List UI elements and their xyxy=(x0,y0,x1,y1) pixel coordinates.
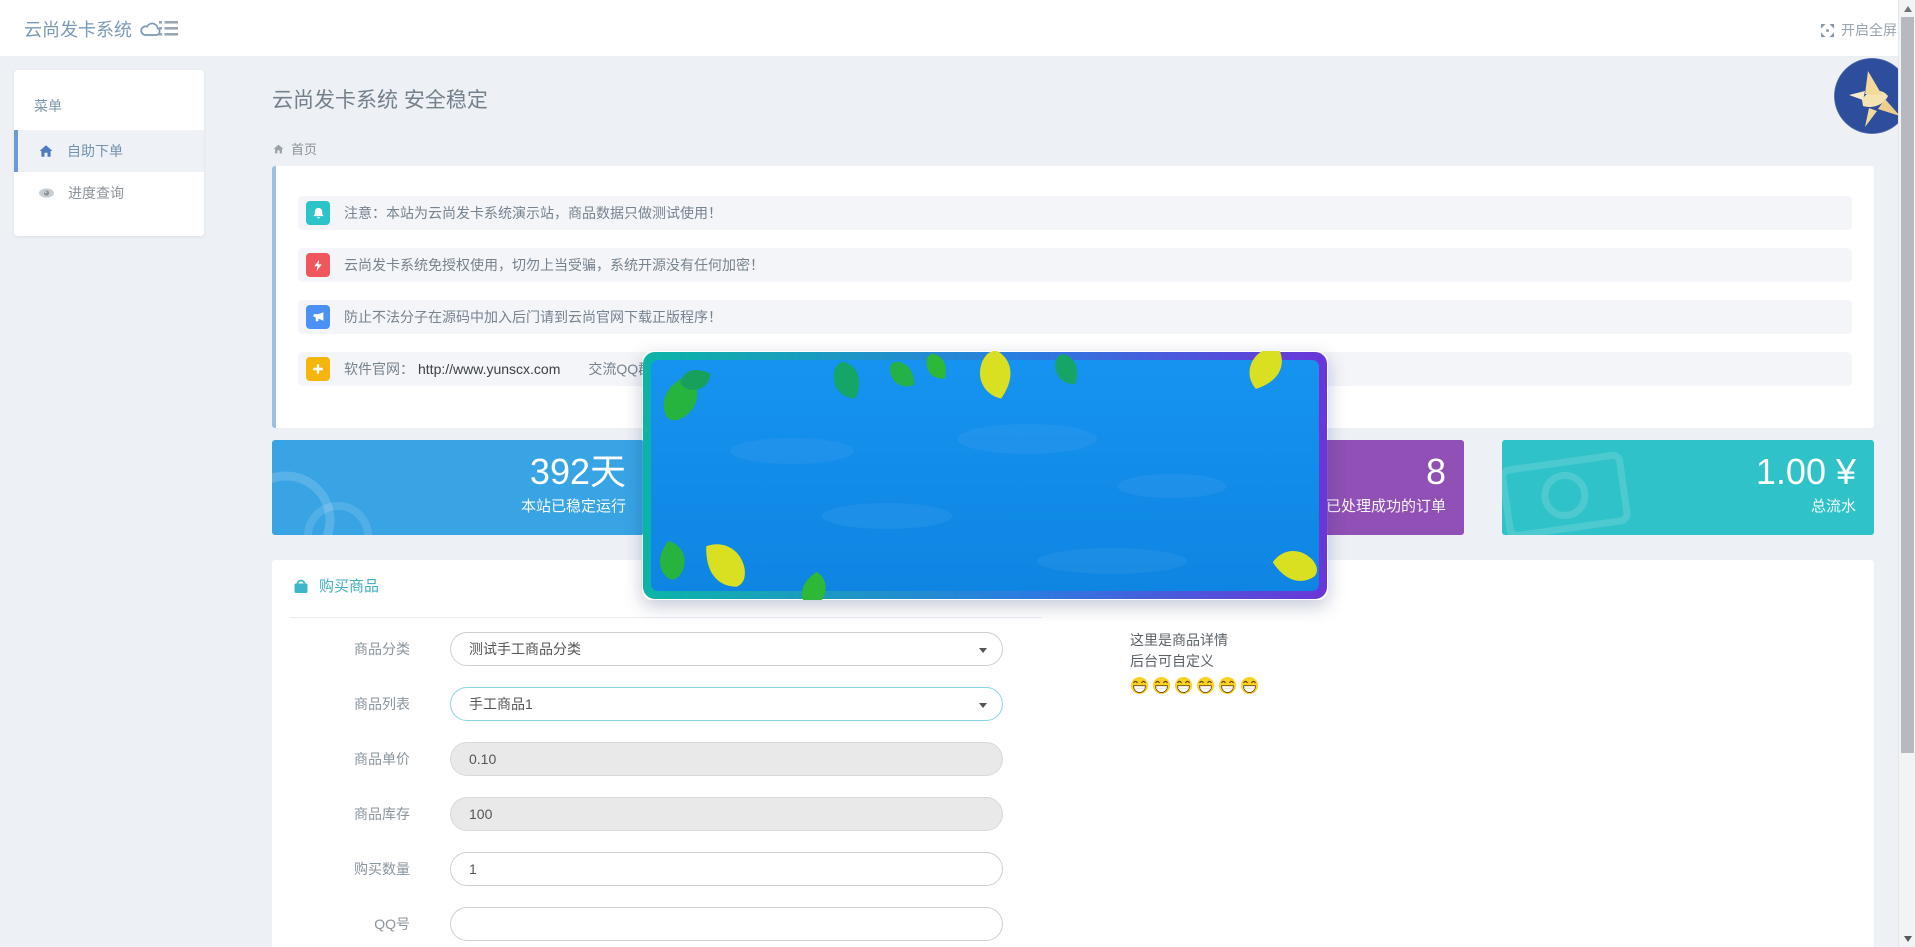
field-label: QQ号 xyxy=(290,914,410,934)
plus-icon xyxy=(306,357,330,381)
grinning-face-emoji-icon xyxy=(1152,676,1171,695)
notice-item: 防止不法分子在源码中加入后门请到云尚官网下载正版程序！ xyxy=(298,300,1852,334)
grinning-face-emoji-icon xyxy=(1218,676,1237,695)
qq-input[interactable] xyxy=(469,916,984,932)
chevron-down-icon xyxy=(979,648,987,653)
scrollbar-thumb[interactable] xyxy=(1901,17,1914,753)
stat-label: 已处理成功的订单 xyxy=(1326,495,1446,516)
breadcrumb-home: 首页 xyxy=(291,139,317,158)
grinning-face-emoji-icon xyxy=(1240,676,1259,695)
form-row-category: 商品分类 测试手工商品分类 xyxy=(290,632,1003,666)
quantity-input[interactable] xyxy=(469,861,984,877)
notice-text: 云尚发卡系统免授权使用，切勿上当受骗，系统开源没有任何加密！ xyxy=(344,255,764,275)
fullscreen-label: 开启全屏 xyxy=(1841,20,1897,40)
bell-icon xyxy=(306,201,330,225)
scrollbar-up-button[interactable] xyxy=(1899,0,1915,17)
form-row-product: 商品列表 手工商品1 xyxy=(290,687,1003,721)
brand-logo[interactable]: 云尚发卡系统 xyxy=(24,16,163,42)
notice-text: 防止不法分子在源码中加入后门请到云尚官网下载正版程序！ xyxy=(344,307,722,327)
arrow-down-icon xyxy=(1904,936,1912,942)
form-row-quantity: 购买数量 xyxy=(290,852,1003,886)
sidebar-title: 菜单 xyxy=(14,86,204,130)
purchase-panel: 购买商品 商品分类 测试手工商品分类 商品列表 手工商品1 商品单价 商品库存 xyxy=(272,560,1874,947)
official-site-url[interactable]: http://www.yunscx.com xyxy=(418,361,560,377)
notice-item: 注意：本站为云尚发卡系统演示站，商品数据只做测试使用！ xyxy=(298,196,1852,230)
stat-label: 总流水 xyxy=(1756,495,1856,516)
stat-card-uptime: 392天 本站已稳定运行 xyxy=(272,440,644,535)
form-row-qq: QQ号 xyxy=(290,907,1003,941)
quantity-field-wrap xyxy=(450,852,1003,886)
divider xyxy=(290,617,1042,618)
stock-input xyxy=(469,806,984,822)
stock-field-wrap xyxy=(450,797,1003,831)
megaphone-icon xyxy=(306,305,330,329)
product-selected-value: 手工商品1 xyxy=(469,694,533,714)
sidebar-item-label: 进度查询 xyxy=(68,183,124,203)
purchase-header: 购买商品 xyxy=(292,575,379,596)
emoji-row xyxy=(1130,676,1259,695)
category-select[interactable]: 测试手工商品分类 xyxy=(450,632,1003,666)
product-details-line1: 这里是商品详情 xyxy=(1130,630,1259,651)
product-select[interactable]: 手工商品1 xyxy=(450,687,1003,721)
list-icon xyxy=(159,20,178,37)
sidebar-item-label: 自助下单 xyxy=(67,141,123,161)
scrollbar-down-button[interactable] xyxy=(1899,930,1915,947)
grinning-face-emoji-icon xyxy=(1196,676,1215,695)
form-row-stock: 商品库存 xyxy=(290,797,1003,831)
official-site-prefix: 软件官网： xyxy=(344,361,414,377)
stat-card-revenue: 1.00 ¥ 总流水 xyxy=(1502,440,1874,535)
category-selected-value: 测试手工商品分类 xyxy=(469,639,581,659)
price-input xyxy=(469,751,984,767)
home-icon xyxy=(38,143,54,159)
arrow-up-icon xyxy=(1904,6,1912,12)
stat-label: 本站已稳定运行 xyxy=(521,495,626,516)
eye-icon xyxy=(38,185,55,201)
product-details: 这里是商品详情 后台可自定义 xyxy=(1130,630,1259,695)
page-title: 云尚发卡系统 安全稳定 xyxy=(272,84,488,114)
field-label: 商品列表 xyxy=(290,694,410,714)
page: 云尚发卡系统 开启全屏 xyxy=(0,0,1915,947)
notice-text: 注意：本站为云尚发卡系统演示站，商品数据只做测试使用！ xyxy=(344,203,722,223)
scrollbar xyxy=(1898,0,1915,947)
money-watermark-icon xyxy=(1502,448,1648,535)
qq-field-wrap xyxy=(450,907,1003,941)
breadcrumb[interactable]: 首页 xyxy=(272,139,317,158)
shopping-bag-icon xyxy=(292,577,310,594)
field-label: 购买数量 xyxy=(290,859,410,879)
top-navbar: 云尚发卡系统 开启全屏 xyxy=(0,0,1915,57)
brand-text: 云尚发卡系统 xyxy=(24,16,132,42)
field-label: 商品库存 xyxy=(290,804,410,824)
notice-text: 软件官网：http://www.yunscx.com交流QQ群 xyxy=(344,359,652,379)
lightning-icon xyxy=(306,253,330,277)
price-field-wrap xyxy=(450,742,1003,776)
home-icon xyxy=(272,143,285,155)
fullscreen-icon xyxy=(1820,23,1835,38)
fullscreen-button[interactable]: 开启全屏 xyxy=(1820,20,1897,40)
product-details-line2: 后台可自定义 xyxy=(1130,651,1259,672)
popup-ad-image xyxy=(642,351,1328,600)
sidebar: 菜单 自助下单 进度查询 xyxy=(14,70,204,236)
notice-item: 云尚发卡系统免授权使用，切勿上当受骗，系统开源没有任何加密！ xyxy=(298,248,1852,282)
stat-value: 1.00 ¥ xyxy=(1756,450,1856,494)
chevron-down-icon xyxy=(979,703,987,708)
stat-value: 8 xyxy=(1326,450,1446,494)
field-label: 商品单价 xyxy=(290,749,410,769)
sidebar-toggle-button[interactable] xyxy=(159,20,178,42)
form-row-price: 商品单价 xyxy=(290,742,1003,776)
purchase-title: 购买商品 xyxy=(319,575,379,596)
grinning-face-emoji-icon xyxy=(1130,676,1149,695)
field-label: 商品分类 xyxy=(290,639,410,659)
cloud-watermark-icon xyxy=(272,448,388,535)
grinning-face-emoji-icon xyxy=(1174,676,1193,695)
sidebar-item-self-order[interactable]: 自助下单 xyxy=(14,130,204,172)
sidebar-item-progress-query[interactable]: 进度查询 xyxy=(14,172,204,214)
stat-value: 392天 xyxy=(521,450,626,494)
